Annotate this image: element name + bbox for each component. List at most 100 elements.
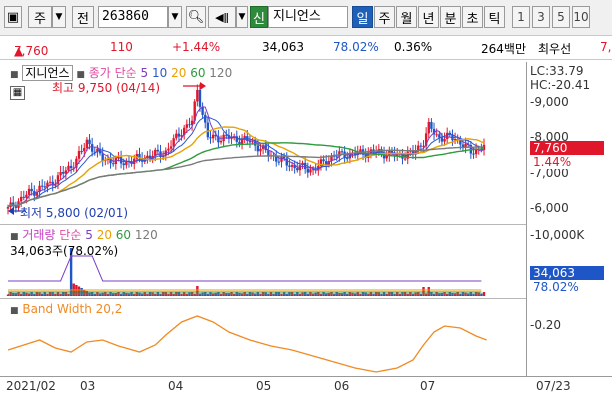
candle xyxy=(290,165,294,167)
candle xyxy=(6,206,10,209)
vma60-label: 60 xyxy=(115,228,132,242)
candle xyxy=(185,124,189,128)
candle xyxy=(43,186,47,188)
volume-bar xyxy=(338,293,341,296)
volume-bar xyxy=(119,294,123,296)
ma-title: 종가 단순 xyxy=(88,66,137,80)
hc-value: HC:-20.41 xyxy=(530,78,591,92)
volume-bar xyxy=(482,292,486,296)
volume-bar xyxy=(225,293,228,296)
candle xyxy=(359,149,362,152)
ma5-label: 5 xyxy=(140,66,149,80)
volume-bar xyxy=(19,294,23,296)
candle xyxy=(198,89,202,107)
volume-ma-line xyxy=(8,255,482,282)
candle xyxy=(443,138,446,142)
candle xyxy=(40,185,44,187)
x-tick: 07 xyxy=(420,379,436,393)
candle xyxy=(306,169,310,173)
candle xyxy=(25,194,28,198)
volume-bar xyxy=(106,294,110,296)
ma20-label: 20 xyxy=(171,66,187,80)
volume-bar xyxy=(232,294,236,296)
volume-ma-title: 단순 xyxy=(59,228,82,242)
volume-bar xyxy=(77,286,81,296)
candle xyxy=(69,165,73,169)
volume-bar xyxy=(227,293,231,296)
panel-handle-icon[interactable]: ■ xyxy=(10,306,19,316)
candle xyxy=(209,137,212,139)
volume-bar xyxy=(432,294,436,296)
x-tick: 2021/02 xyxy=(6,379,56,393)
grid-icon[interactable]: ▦ xyxy=(10,86,25,100)
x-tick: 05 xyxy=(256,379,272,393)
candle xyxy=(48,181,52,183)
last-pct-tag: 1.44% xyxy=(530,155,604,169)
volume-bar xyxy=(114,293,118,296)
candle xyxy=(288,165,291,167)
volume-bar xyxy=(445,294,449,296)
candle xyxy=(204,114,207,123)
band-panel-legend: ■ Band Width 20,2 xyxy=(10,302,122,316)
candle xyxy=(62,172,65,174)
candle xyxy=(211,134,215,139)
candle xyxy=(427,121,430,134)
candle xyxy=(67,165,70,171)
candle xyxy=(285,158,288,166)
candle xyxy=(335,156,338,158)
candle xyxy=(172,138,175,147)
high-note: 최고 9,750 (04/14) xyxy=(52,81,161,95)
candle xyxy=(169,146,173,149)
candle xyxy=(30,188,33,192)
candle xyxy=(403,158,407,160)
y-tick: -9,000 xyxy=(530,95,569,109)
candle xyxy=(340,151,344,153)
candle xyxy=(303,162,307,170)
volume-bar xyxy=(133,294,136,296)
chart-area[interactable] xyxy=(0,0,612,402)
band-title: Band Width 20,2 xyxy=(22,302,123,316)
x-tick: 04 xyxy=(168,379,184,393)
volume-bar xyxy=(332,294,336,296)
lc-value: LC:33.79 xyxy=(530,64,584,78)
volume-bar xyxy=(346,294,349,296)
candle xyxy=(322,159,325,162)
candle xyxy=(80,151,83,153)
candle xyxy=(27,188,31,195)
volume-bar xyxy=(6,294,10,296)
ma120-label: 120 xyxy=(209,66,233,80)
candle xyxy=(298,165,302,171)
candle xyxy=(206,122,210,138)
candle xyxy=(122,163,125,166)
last-price-tag: 7,760 xyxy=(530,141,604,155)
volume-bar xyxy=(319,294,323,296)
x-tick: 03 xyxy=(80,379,96,393)
candle xyxy=(83,148,86,152)
candle xyxy=(219,141,223,143)
candle xyxy=(256,145,260,152)
vma20-label: 20 xyxy=(96,228,112,242)
vma120-label: 120 xyxy=(134,228,158,242)
x-tick: 06 xyxy=(334,379,350,393)
candle xyxy=(111,163,115,165)
candle xyxy=(156,149,160,152)
volume-title: 거래량 xyxy=(22,228,56,242)
candle xyxy=(177,133,181,137)
candle xyxy=(438,134,441,138)
candle xyxy=(248,140,252,143)
volume-bar xyxy=(459,294,462,296)
panel-handle-icon[interactable]: ■ xyxy=(10,232,19,242)
candle xyxy=(77,151,81,159)
volume-bar xyxy=(219,294,223,296)
candle xyxy=(175,133,178,139)
band-width-line xyxy=(7,315,487,373)
candle xyxy=(196,89,199,102)
candle xyxy=(259,148,262,152)
panel-handle-icon[interactable]: ■ xyxy=(10,70,19,80)
ma10-label: 10 xyxy=(151,66,168,80)
candle xyxy=(88,139,91,145)
candle xyxy=(472,153,475,155)
candle xyxy=(435,134,438,136)
candle xyxy=(188,124,191,126)
candle xyxy=(90,144,94,152)
